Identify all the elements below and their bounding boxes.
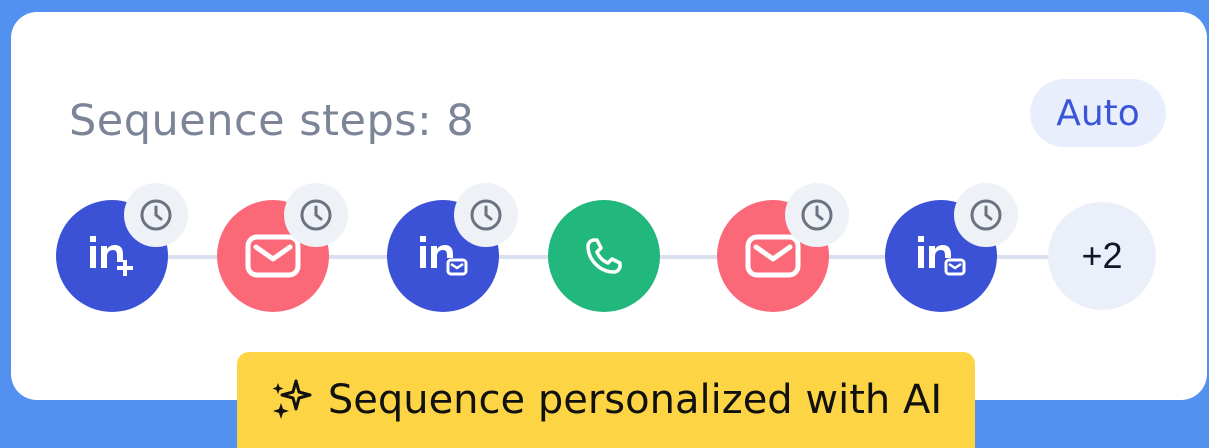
- delay-clock-icon: [124, 183, 188, 247]
- sequence-steps-title: Sequence steps: 8: [69, 96, 475, 146]
- delay-clock-icon: [785, 183, 849, 247]
- more-steps-count: +2: [1081, 235, 1123, 276]
- email-icon: [745, 234, 801, 278]
- phone-icon: [586, 238, 622, 274]
- delay-clock-icon: [954, 183, 1018, 247]
- more-steps-button[interactable]: +2: [1048, 202, 1156, 310]
- ai-personalized-banner: Sequence personalized with AI: [237, 352, 975, 448]
- step-call[interactable]: [548, 200, 660, 312]
- sparkles-icon: [272, 379, 312, 419]
- delay-clock-icon: [454, 183, 518, 247]
- auto-mode-badge[interactable]: Auto: [1030, 79, 1166, 147]
- email-icon: [245, 234, 301, 278]
- delay-clock-icon: [284, 183, 348, 247]
- ai-banner-text: Sequence personalized with AI: [327, 377, 943, 423]
